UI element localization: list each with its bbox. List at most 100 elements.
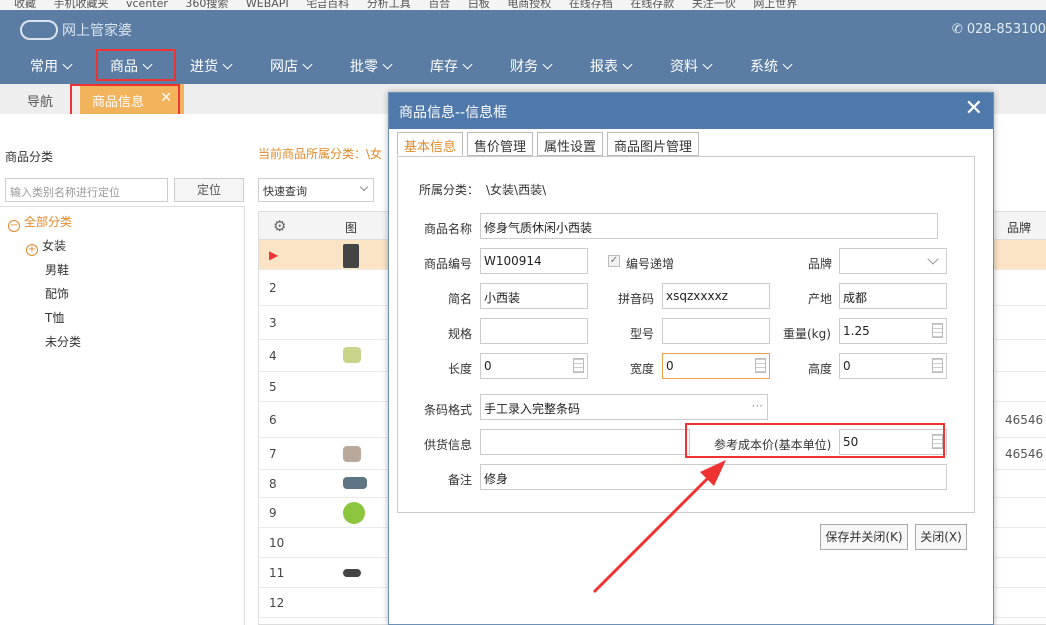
short-name-input[interactable]: 小西装 bbox=[480, 283, 588, 309]
calculator-icon[interactable] bbox=[573, 358, 584, 373]
save-and-close-button[interactable]: 保存并关闭(K) bbox=[820, 524, 908, 550]
brand-cell: 46546 bbox=[1005, 413, 1044, 427]
tree-node[interactable]: T恤 bbox=[45, 309, 64, 326]
calculator-icon[interactable] bbox=[932, 323, 943, 338]
bookmark-item[interactable]: 百合 bbox=[428, 0, 450, 10]
field-label: 高度 bbox=[808, 362, 833, 376]
tab-price-management[interactable]: 售价管理 bbox=[467, 132, 534, 156]
nav-item-inventory[interactable]: 库存 bbox=[430, 52, 473, 84]
tree-node[interactable]: 未分类 bbox=[45, 333, 81, 350]
auto-increment-checkbox[interactable]: ✓ bbox=[608, 255, 620, 267]
tree-node-root[interactable]: − 全部分类 bbox=[8, 213, 72, 232]
width-input[interactable]: 0 bbox=[662, 353, 770, 379]
bookmark-item[interactable]: 关注一伙 bbox=[692, 0, 736, 10]
chevron-down-icon bbox=[622, 59, 633, 70]
logo: 网上管家婆 bbox=[20, 20, 132, 40]
chevron-down-icon bbox=[142, 59, 153, 70]
bookmark-item[interactable]: 手机收藏夹 bbox=[54, 0, 109, 10]
chevron-down-icon bbox=[62, 59, 73, 70]
field-label: 备注 bbox=[448, 473, 473, 487]
bookmark-item[interactable]: 分析工具 bbox=[367, 0, 411, 10]
nav-item-purchase[interactable]: 进货 bbox=[190, 52, 233, 84]
tab-image-management[interactable]: 商品图片管理 bbox=[607, 132, 700, 156]
tab-attribute-settings[interactable]: 属性设置 bbox=[537, 132, 604, 156]
field-label: 供货信息 bbox=[424, 438, 473, 452]
nav-item-data[interactable]: 资料 bbox=[670, 52, 713, 84]
app-header: 网上管家婆 ✆ 028-853100 bbox=[0, 10, 1046, 52]
nav-item-reports[interactable]: 报表 bbox=[590, 52, 633, 84]
weight-input[interactable]: 1.25 bbox=[839, 318, 947, 344]
close-icon[interactable]: ✕ bbox=[965, 97, 983, 121]
nav-item-finance[interactable]: 财务 bbox=[510, 52, 553, 84]
barcode-format-input[interactable]: 手工录入完整条码 ··· bbox=[480, 394, 768, 420]
gear-icon[interactable]: ⚙ bbox=[273, 217, 286, 235]
tab-basic-info[interactable]: 基本信息 bbox=[397, 132, 464, 156]
bookmark-item[interactable]: 在线存档 bbox=[569, 0, 613, 10]
bookmark-item[interactable]: vcenter bbox=[126, 0, 168, 10]
bookmark-item[interactable]: 网上世界 bbox=[753, 0, 797, 10]
field-label: 简名 bbox=[448, 292, 473, 306]
expand-icon[interactable]: + bbox=[26, 244, 38, 256]
tab-goods-info[interactable]: 商品信息 ✕ bbox=[80, 84, 184, 114]
nav-label: 报表 bbox=[590, 59, 618, 75]
reference-cost-input[interactable]: 50 bbox=[839, 429, 947, 455]
nav-item-wholesale[interactable]: 批零 bbox=[350, 52, 393, 84]
bookmark-item[interactable]: 在线存款 bbox=[630, 0, 674, 10]
bookmark-item[interactable]: 宅급百科 bbox=[306, 0, 349, 10]
goods-info-dialog: 商品信息--信息框 ✕ 基本信息 售价管理 属性设置 商品图片管理 所属分类： … bbox=[388, 92, 994, 625]
field-label: 重量(kg) bbox=[783, 327, 831, 341]
nav-label: 商品 bbox=[110, 59, 138, 75]
collapse-icon[interactable]: − bbox=[8, 220, 20, 232]
category-panel: 商品分类 输入类别名称进行定位 定位 − 全部分类 + 女装 男鞋 配饰 T恤 未分… bbox=[0, 114, 245, 625]
tree-node[interactable]: 配饰 bbox=[45, 285, 69, 302]
close-button[interactable]: 关闭(X) bbox=[915, 524, 967, 550]
nav-item-eshop[interactable]: 网店 bbox=[270, 52, 313, 84]
note-input[interactable]: 修身 bbox=[480, 464, 947, 490]
nav-item-goods[interactable]: 商品 bbox=[110, 52, 153, 84]
tree-node[interactable]: + 女装 bbox=[26, 237, 66, 256]
nav-label: 库存 bbox=[430, 59, 458, 75]
dialog-title: 商品信息--信息框 bbox=[399, 105, 508, 121]
quick-query-select[interactable]: 快速查询 bbox=[258, 178, 374, 202]
brand-cell: 46546 bbox=[1005, 447, 1044, 461]
calculator-icon[interactable] bbox=[932, 358, 943, 373]
main-nav: 常用 商品 进货 网店 批零 库存 财务 报表 资料 系统 bbox=[0, 52, 1046, 84]
category-label: 所属分类： bbox=[419, 183, 480, 197]
calculator-icon[interactable] bbox=[755, 358, 766, 373]
product-thumbnail bbox=[343, 244, 359, 268]
product-code-input[interactable]: W100914 bbox=[480, 248, 588, 274]
locate-button[interactable]: 定位 bbox=[174, 178, 244, 202]
calculator-icon[interactable] bbox=[932, 434, 943, 449]
bookmark-item[interactable]: 电商授权 bbox=[507, 0, 551, 10]
product-thumbnail bbox=[343, 347, 361, 363]
chevron-down-icon bbox=[927, 253, 939, 265]
bookmark-item[interactable]: 白板 bbox=[468, 0, 490, 10]
close-icon[interactable]: ✕ bbox=[160, 90, 172, 106]
row-number: 5 bbox=[269, 380, 277, 394]
brand-select[interactable] bbox=[839, 248, 947, 274]
product-thumbnail bbox=[343, 446, 361, 462]
chevron-down-icon bbox=[702, 59, 713, 70]
length-input[interactable]: 0 bbox=[480, 353, 588, 379]
dialog-title-bar: 商品信息--信息框 ✕ bbox=[389, 93, 993, 129]
height-input[interactable]: 0 bbox=[839, 353, 947, 379]
nav-item-common[interactable]: 常用 bbox=[30, 52, 73, 84]
input-value: 0 bbox=[484, 359, 492, 373]
tab-navigation[interactable]: 导航 bbox=[27, 91, 53, 110]
nav-item-system[interactable]: 系统 bbox=[750, 52, 793, 84]
nav-label: 资料 bbox=[670, 59, 698, 75]
field-label: 商品名称 bbox=[424, 222, 473, 236]
pinyin-input[interactable]: xsqzxxxxz bbox=[662, 283, 770, 309]
chevron-down-icon bbox=[222, 59, 233, 70]
product-name-input[interactable]: 修身气质休闲小西装 bbox=[480, 213, 938, 239]
bookmark-item[interactable]: 360搜索 bbox=[185, 0, 228, 10]
origin-input[interactable]: 成都 bbox=[839, 283, 947, 309]
model-input[interactable] bbox=[662, 318, 770, 344]
category-search-input[interactable]: 输入类别名称进行定位 bbox=[5, 178, 168, 202]
supplier-input[interactable] bbox=[480, 429, 690, 455]
spec-input[interactable] bbox=[480, 318, 588, 344]
bookmark-item[interactable]: 收藏 bbox=[14, 0, 36, 10]
bookmark-item[interactable]: WEBAPI bbox=[246, 0, 289, 10]
more-icon[interactable]: ··· bbox=[752, 399, 763, 413]
tree-node[interactable]: 男鞋 bbox=[45, 261, 69, 278]
